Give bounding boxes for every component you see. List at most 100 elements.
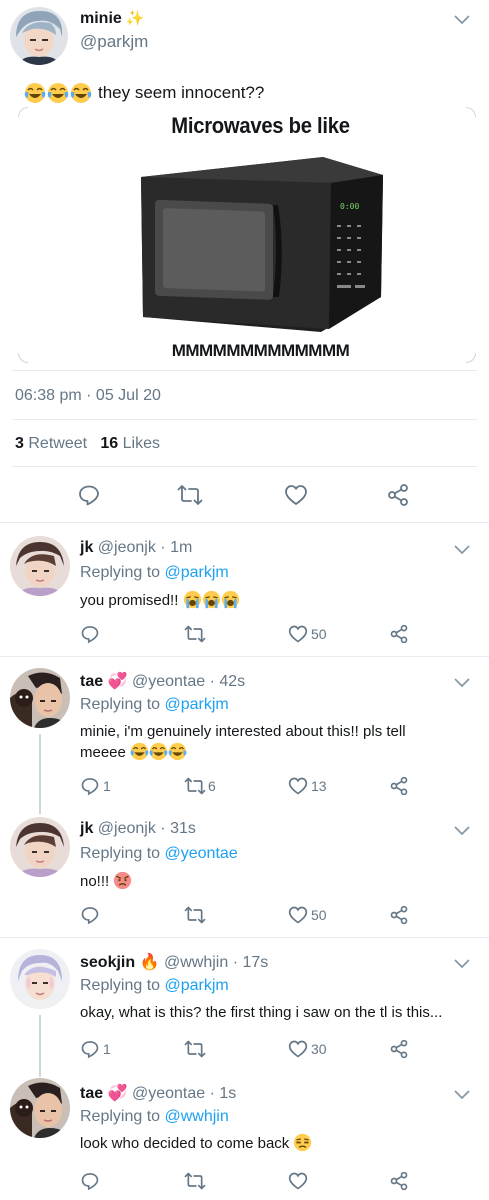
user-handle[interactable]: @jeonjk xyxy=(98,820,156,837)
reply-icon xyxy=(81,778,99,796)
reply-tweet[interactable]: seokjin 🔥 @wwhjin · 17s Replying to @par… xyxy=(0,939,489,1077)
likes-count[interactable]: 16 xyxy=(100,435,118,452)
retweet-label[interactable]: Retweet xyxy=(28,435,87,452)
tweet-media[interactable]: Microwaves be like 0:00 MMMMMMMMMMMMM xyxy=(18,107,476,363)
reply-button[interactable]: 1 xyxy=(80,1039,111,1059)
share-icon xyxy=(390,624,408,644)
reply-tweet[interactable]: jk @jeonjk · 31s Replying to @yeontae no… xyxy=(0,805,489,938)
tweet-text: they seem innocent?? xyxy=(24,82,264,104)
retweet-button[interactable]: 6 xyxy=(184,776,216,796)
joy-emoji-group xyxy=(24,82,92,104)
user-handle[interactable]: @jeonjk xyxy=(98,539,156,556)
reply-text: you promised!! xyxy=(80,590,450,611)
retweet-button[interactable] xyxy=(177,483,203,507)
like-button[interactable]: 50 xyxy=(288,624,327,644)
display-name[interactable]: jk xyxy=(80,820,93,837)
display-name[interactable]: tae xyxy=(80,673,103,690)
display-name[interactable]: minie ✨ xyxy=(80,9,144,28)
likes-label[interactable]: Likes xyxy=(123,435,160,452)
share-button[interactable] xyxy=(389,624,409,644)
divider xyxy=(12,419,477,420)
user-handle[interactable]: @yeontae xyxy=(132,673,205,690)
like-button[interactable]: 50 xyxy=(288,905,327,925)
chevron-down-icon[interactable] xyxy=(453,677,471,689)
user-handle[interactable]: @wwhjin xyxy=(164,954,228,971)
thread-line xyxy=(39,734,41,814)
retweet-button[interactable] xyxy=(184,1171,206,1191)
reply-button[interactable] xyxy=(80,905,100,925)
user-handle[interactable]: @parkjm xyxy=(80,32,148,52)
heart-icon xyxy=(288,1172,308,1190)
reply-text: minie, i'm genuinely interested about th… xyxy=(80,721,440,763)
joy-emoji-icon xyxy=(168,742,187,761)
chevron-down-icon[interactable] xyxy=(453,958,471,970)
reply-action-bar xyxy=(0,1171,489,1193)
chevron-down-icon[interactable] xyxy=(453,825,471,837)
retweet-button[interactable] xyxy=(184,905,206,925)
replying-to-link[interactable]: @wwhjin xyxy=(165,1108,229,1125)
reply-action-bar: 50 xyxy=(0,905,489,927)
microwave-display: 0:00 xyxy=(340,202,359,211)
retweet-icon xyxy=(184,777,206,795)
reply-button[interactable] xyxy=(80,1171,100,1191)
crying-emoji-icon xyxy=(202,590,221,609)
chevron-down-icon[interactable] xyxy=(453,14,471,26)
replying-to-link[interactable]: @parkjm xyxy=(165,696,229,713)
reply-time: · 42s xyxy=(209,673,246,690)
display-name[interactable]: jk xyxy=(80,539,93,556)
media-corner xyxy=(466,353,476,363)
reply-text-content: no!!! xyxy=(80,873,110,890)
heart-icon xyxy=(288,625,308,643)
display-name-text: minie xyxy=(80,10,122,27)
reply-icon xyxy=(79,485,99,506)
share-icon xyxy=(390,776,408,796)
share-icon xyxy=(390,1171,408,1191)
like-button[interactable] xyxy=(288,1171,308,1191)
display-name[interactable]: tae xyxy=(80,1085,103,1102)
like-count: 50 xyxy=(311,626,327,642)
reply-text-content: okay, what is this? the first thing i sa… xyxy=(80,1004,443,1021)
replying-prefix: Replying to xyxy=(80,564,161,581)
share-button[interactable] xyxy=(386,483,410,507)
replying-to-link[interactable]: @parkjm xyxy=(165,564,229,581)
meme-bottom-text: MMMMMMMMMMMMM xyxy=(171,341,350,360)
share-button[interactable] xyxy=(389,1171,409,1191)
replying-to-link[interactable]: @parkjm xyxy=(165,977,229,994)
avatar[interactable] xyxy=(10,817,70,877)
like-button[interactable]: 13 xyxy=(288,776,327,796)
replying-to: Replying to @parkjm xyxy=(80,696,229,714)
reply-text-content: look who decided to come back xyxy=(80,1135,290,1152)
share-button[interactable] xyxy=(389,1039,409,1059)
like-button[interactable]: 30 xyxy=(288,1039,327,1059)
media-corner xyxy=(18,353,28,363)
avatar[interactable] xyxy=(10,1078,70,1138)
tweet-timestamp[interactable]: 06:38 pm · 05 Jul 20 xyxy=(15,387,161,405)
reply-tweet[interactable]: tae 💞 @yeontae · 1s Replying to @wwhjin … xyxy=(0,1075,489,1200)
chevron-down-icon[interactable] xyxy=(453,544,471,556)
avatar[interactable] xyxy=(10,7,68,65)
avatar[interactable] xyxy=(10,536,70,596)
like-button[interactable] xyxy=(284,483,308,507)
avatar[interactable] xyxy=(10,949,70,1009)
reply-tweet[interactable]: tae 💞 @yeontae · 42s Replying to @parkjm… xyxy=(0,658,489,814)
reply-button[interactable] xyxy=(80,624,100,644)
share-button[interactable] xyxy=(389,905,409,925)
retweet-count[interactable]: 3 xyxy=(15,435,24,452)
chevron-down-icon[interactable] xyxy=(453,1089,471,1101)
reply-tweet[interactable]: jk @jeonjk · 1m Replying to @parkjm you … xyxy=(0,524,489,657)
retweet-icon xyxy=(184,1040,206,1058)
reply-header: jk @jeonjk · 31s xyxy=(80,820,196,838)
user-handle[interactable]: @yeontae xyxy=(132,1085,205,1102)
display-name[interactable]: seokjin xyxy=(80,954,135,971)
reply-button[interactable] xyxy=(77,483,101,507)
retweet-button[interactable] xyxy=(184,1039,206,1059)
avatar[interactable] xyxy=(10,668,70,728)
replying-to: Replying to @parkjm xyxy=(80,977,229,995)
retweet-button[interactable] xyxy=(184,624,206,644)
reply-button[interactable]: 1 xyxy=(80,776,111,796)
share-button[interactable] xyxy=(389,776,409,796)
angry-emoji-icon xyxy=(113,871,132,890)
replying-to-link[interactable]: @yeontae xyxy=(165,845,238,862)
replying-prefix: Replying to xyxy=(80,1108,161,1125)
crying-emoji-icon xyxy=(183,590,202,609)
